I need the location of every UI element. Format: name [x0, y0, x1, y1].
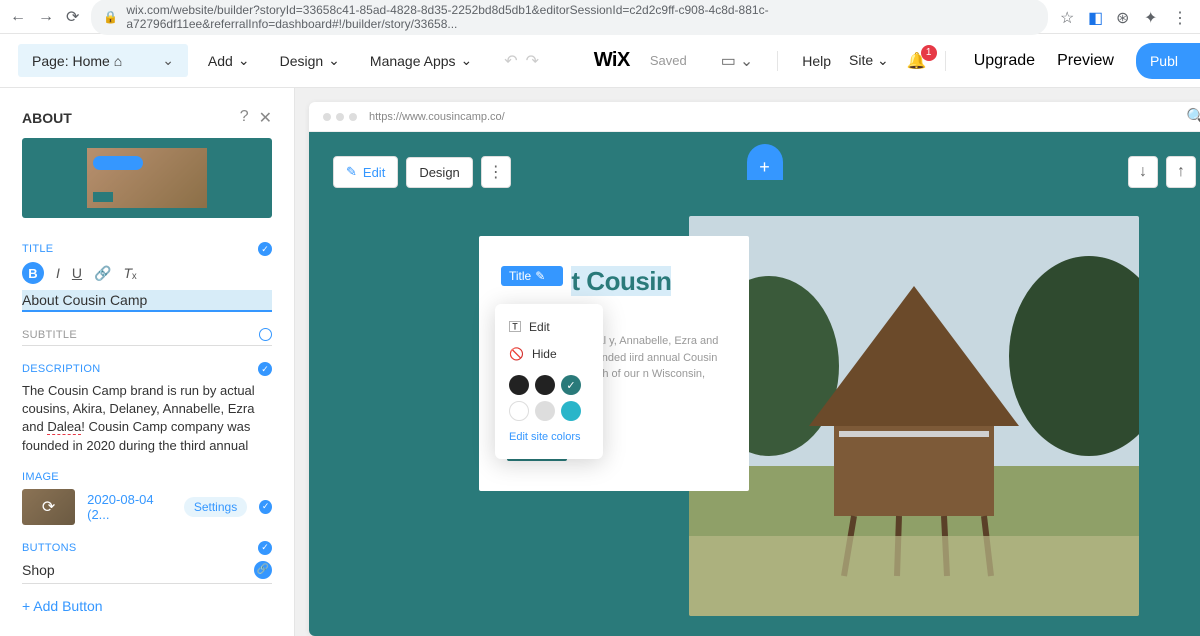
link-icon[interactable]: 🔗: [254, 561, 272, 579]
chevron-down-icon: ⌄: [740, 51, 753, 71]
color-swatch[interactable]: [509, 375, 529, 395]
site-menu[interactable]: Site ⌄: [849, 52, 889, 69]
link-button[interactable]: 🔗: [94, 265, 111, 282]
section-edit-button[interactable]: ✎Edit: [333, 156, 398, 188]
preview-url-bar: https://www.cousincamp.co/ 🔍: [309, 102, 1200, 132]
pencil-icon: ✎: [346, 164, 357, 180]
about-card[interactable]: Title ✎ About Cousin 🅃Edit 🚫Hide: [479, 236, 749, 491]
subtitle-field-label: SUBTITLE: [22, 329, 77, 341]
section-more-button[interactable]: ⋮: [481, 156, 511, 188]
edit-site-colors-link[interactable]: Edit site colors: [495, 425, 603, 451]
section-thumbnail[interactable]: [22, 138, 272, 218]
check-icon[interactable]: ✓: [258, 541, 272, 555]
page-selector[interactable]: Page: Home ⌂ ⌄: [18, 44, 188, 77]
description-field-label: DESCRIPTION: [22, 363, 100, 375]
chevron-down-icon: ⌄: [162, 52, 174, 69]
color-swatch[interactable]: [535, 401, 555, 421]
help-icon[interactable]: ?: [240, 108, 249, 128]
add-section-button[interactable]: +: [747, 144, 783, 180]
section-design-button[interactable]: Design: [406, 157, 472, 188]
title-selection-chip[interactable]: Title ✎: [501, 266, 563, 286]
title-input[interactable]: About Cousin Camp: [22, 290, 272, 312]
url-bar[interactable]: 🔒 wix.com/website/builder?storyId=33658c…: [91, 0, 1048, 35]
color-swatch[interactable]: [561, 401, 581, 421]
color-swatch[interactable]: [509, 401, 529, 421]
chevron-down-icon: ⌄: [461, 52, 473, 69]
preview-link[interactable]: Preview: [1057, 52, 1114, 70]
add-button-link[interactable]: + Add Button: [22, 598, 272, 614]
underline-button[interactable]: U: [72, 265, 82, 281]
star-icon[interactable]: ☆: [1060, 8, 1078, 26]
page-selector-label: Page: Home ⌂: [32, 53, 122, 69]
title-edit-popup: 🅃Edit 🚫Hide Edit s: [495, 304, 603, 459]
check-icon[interactable]: ✓: [258, 242, 272, 256]
wix-logo: WiX: [594, 49, 630, 72]
about-image[interactable]: [689, 216, 1139, 616]
help-link[interactable]: Help: [802, 53, 831, 69]
text-icon: 🅃: [509, 318, 521, 335]
desktop-icon: ▭: [721, 51, 736, 71]
subtitle-toggle[interactable]: [259, 328, 272, 341]
undo-icon[interactable]: ↶: [504, 51, 517, 71]
move-down-button[interactable]: ↓: [1128, 156, 1158, 188]
manage-apps-menu[interactable]: Manage Apps⌄: [360, 44, 482, 77]
color-swatches: [495, 367, 603, 425]
url-text: wix.com/website/builder?storyId=33658c41…: [126, 3, 1036, 31]
upgrade-link[interactable]: Upgrade: [974, 52, 1035, 70]
text-format-bar: B I U 🔗 Tₓ: [22, 262, 272, 284]
popup-hide-option[interactable]: 🚫Hide: [495, 341, 603, 367]
check-icon[interactable]: ✓: [258, 362, 272, 376]
chevron-down-icon: ⌄: [328, 52, 340, 69]
replace-icon: ⟳: [42, 497, 55, 517]
clear-format-button[interactable]: Tₓ: [123, 265, 136, 281]
notification-badge: 1: [921, 45, 937, 61]
preview-url: https://www.cousincamp.co/: [369, 111, 1174, 123]
wix-toolbar: Page: Home ⌂ ⌄ Add⌄ Design⌄ Manage Apps⌄…: [0, 34, 1200, 88]
image-thumbnail[interactable]: ⟳: [22, 489, 75, 525]
color-swatch-selected[interactable]: [561, 375, 581, 395]
reload-icon[interactable]: ⟳: [66, 7, 79, 27]
bold-button[interactable]: B: [22, 262, 44, 284]
menu-icon[interactable]: ⋮: [1172, 8, 1190, 26]
image-settings-button[interactable]: Settings: [184, 497, 247, 517]
extensions-icon[interactable]: ✦: [1144, 8, 1162, 26]
forward-icon[interactable]: →: [38, 8, 54, 26]
title-field-label: TITLE: [22, 243, 53, 255]
lock-icon: 🔒: [103, 10, 118, 24]
description-input[interactable]: The Cousin Camp brand is run by actual c…: [22, 382, 272, 455]
popup-edit-option[interactable]: 🅃Edit: [495, 312, 603, 341]
device-switcher[interactable]: ▭ ⌄: [721, 51, 779, 71]
chevron-down-icon: ⌄: [238, 52, 250, 69]
italic-button[interactable]: I: [56, 265, 60, 281]
move-up-button[interactable]: ↑: [1166, 156, 1196, 188]
browser-chrome: ← → ⟳ 🔒 wix.com/website/builder?storyId=…: [0, 0, 1200, 34]
notifications-button[interactable]: 🔔 1: [907, 51, 946, 71]
editor-canvas: https://www.cousincamp.co/ 🔍 + ✎Edit Des…: [295, 88, 1200, 636]
button-item[interactable]: Shop 🔗: [22, 561, 272, 584]
publish-button[interactable]: Publ: [1136, 43, 1200, 79]
extension-icon-1[interactable]: ◧: [1088, 8, 1106, 26]
pencil-icon: ✎: [535, 269, 545, 283]
panel-title: ABOUT: [22, 110, 72, 126]
hide-icon: 🚫: [509, 347, 524, 361]
image-field-label: IMAGE: [22, 471, 59, 483]
redo-icon[interactable]: ↷: [526, 51, 539, 71]
check-icon[interactable]: ✓: [259, 500, 272, 514]
save-status: Saved: [650, 53, 687, 68]
buttons-field-label: BUTTONS: [22, 542, 76, 554]
close-icon[interactable]: ✕: [259, 108, 272, 128]
add-menu[interactable]: Add⌄: [198, 44, 260, 77]
back-icon[interactable]: ←: [10, 8, 26, 26]
design-menu[interactable]: Design⌄: [270, 44, 350, 77]
about-panel: ABOUT ? ✕ TITLE ✓ B I U 🔗 Tₓ About Cousi…: [0, 88, 295, 636]
image-filename[interactable]: 2020-08-04 (2...: [87, 492, 172, 522]
extension-icon-2[interactable]: ⊛: [1116, 8, 1134, 26]
color-swatch[interactable]: [535, 375, 555, 395]
search-icon[interactable]: 🔍: [1186, 107, 1200, 127]
